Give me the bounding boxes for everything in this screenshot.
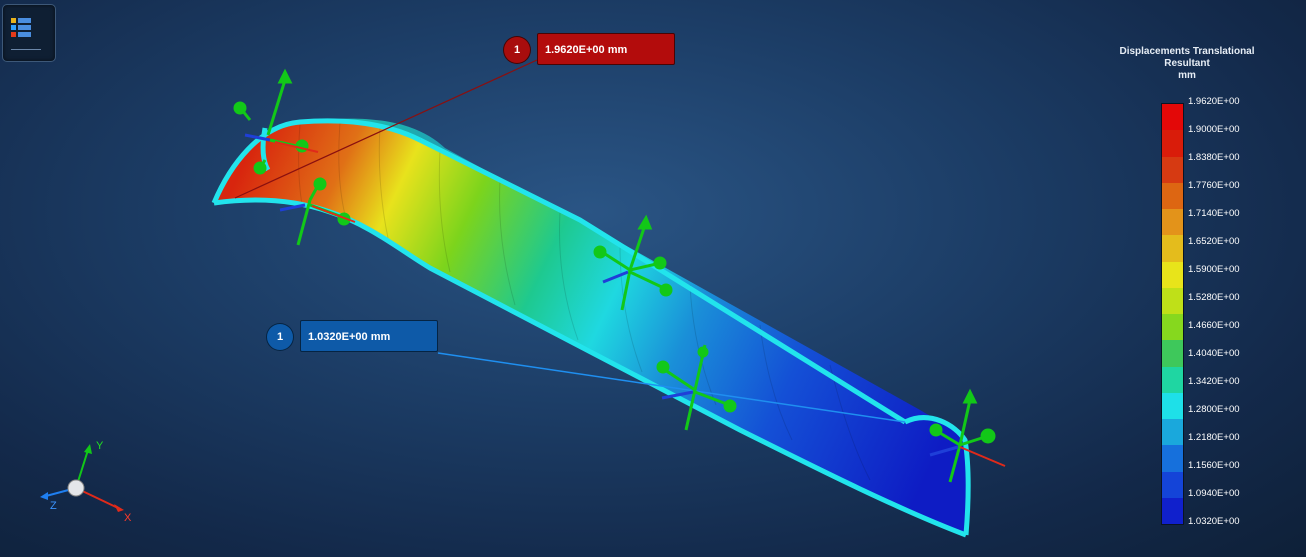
max-callout-number[interactable]: 1 bbox=[503, 36, 531, 64]
legend-value-label: 1.7140E+00 bbox=[1188, 208, 1240, 219]
legend-value-label: 1.5280E+00 bbox=[1188, 292, 1240, 303]
legend-value-label: 1.1560E+00 bbox=[1188, 460, 1240, 471]
menu-underline bbox=[11, 49, 41, 50]
legend-segment bbox=[1162, 156, 1183, 183]
legend-segment bbox=[1162, 209, 1183, 236]
triad-z-label: Z bbox=[50, 500, 57, 512]
legend-segment bbox=[1162, 445, 1183, 472]
legend-color-bar[interactable] bbox=[1161, 103, 1184, 525]
legend-value-label: 1.9000E+00 bbox=[1188, 124, 1240, 135]
legend-segment bbox=[1162, 471, 1183, 498]
legend-value-label: 1.6520E+00 bbox=[1188, 236, 1240, 247]
legend-segment bbox=[1162, 497, 1183, 524]
legend-value-label: 1.3420E+00 bbox=[1188, 376, 1240, 387]
legend-title-line1: Displacements Translational bbox=[1119, 46, 1255, 57]
legend-segment bbox=[1162, 419, 1183, 446]
legend-value-label: 1.4040E+00 bbox=[1188, 348, 1240, 359]
max-callout-value[interactable]: 1.9620E+00 mm bbox=[537, 33, 675, 65]
legend-segment bbox=[1162, 366, 1183, 393]
legend-segment bbox=[1162, 287, 1183, 314]
results-menu-button[interactable] bbox=[2, 4, 56, 62]
legend-title: Displacements Translational Resultant mm bbox=[1110, 46, 1264, 82]
model-canvas bbox=[40, 59, 1006, 538]
legend-segment bbox=[1162, 130, 1183, 157]
3d-viewport[interactable]: Y Z X 1 1.9620E+00 mm 1 1.0320E+00 mm Di… bbox=[0, 0, 1306, 557]
legend-segment bbox=[1162, 104, 1183, 131]
legend-value-label: 1.0940E+00 bbox=[1188, 488, 1240, 499]
legend-title-line2: Resultant bbox=[1164, 58, 1210, 69]
legend-value-label: 1.0320E+00 bbox=[1188, 516, 1240, 527]
legend-segment bbox=[1162, 340, 1183, 367]
legend-value-label: 1.5900E+00 bbox=[1188, 264, 1240, 275]
legend-unit: mm bbox=[1178, 70, 1196, 81]
legend-value-label: 1.7760E+00 bbox=[1188, 180, 1240, 191]
legend-value-label: 1.4660E+00 bbox=[1188, 320, 1240, 331]
triad-x-label: X bbox=[124, 512, 132, 524]
legend-value-label: 1.2180E+00 bbox=[1188, 432, 1240, 443]
legend-value-label: 1.2800E+00 bbox=[1188, 404, 1240, 415]
legend-segment bbox=[1162, 182, 1183, 209]
legend-segment bbox=[1162, 392, 1183, 419]
triad-y-label: Y bbox=[96, 440, 104, 452]
legend-segment bbox=[1162, 261, 1183, 288]
legend-value-label: 1.9620E+00 bbox=[1188, 96, 1240, 107]
min-callout-number[interactable]: 1 bbox=[266, 323, 294, 351]
legend-segment bbox=[1162, 235, 1183, 262]
legend-value-label: 1.8380E+00 bbox=[1188, 152, 1240, 163]
min-callout-value[interactable]: 1.0320E+00 mm bbox=[300, 320, 438, 352]
results-menu-icon bbox=[11, 18, 31, 37]
legend-segment bbox=[1162, 314, 1183, 341]
